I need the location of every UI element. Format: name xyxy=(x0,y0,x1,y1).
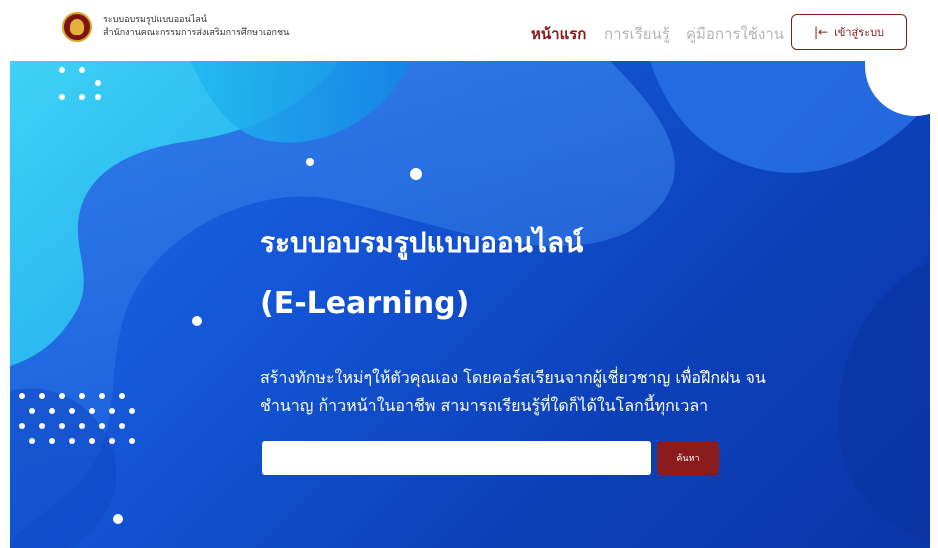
seal-emblem-inner xyxy=(69,18,85,36)
brand-block[interactable]: ระบบอบรมรูปแบบออนไลน์ สำนักงานคณะกรรมการ… xyxy=(103,14,289,40)
brand-subtitle: สำนักงานคณะกรรมการส่งเสริมการศึกษาเอกชน xyxy=(103,28,290,38)
nav-manual-link[interactable]: คู่มือการใช้งาน xyxy=(686,22,784,46)
hero-banner: ระบบอบรมรูปแบบออนไลน์ (E-Learning) สร้าง… xyxy=(10,61,930,548)
brand-title: ระบบอบรมรูปแบบออนไลน์ xyxy=(103,15,207,25)
login-arrow-icon: |← xyxy=(813,25,829,39)
nav-learning-link[interactable]: การเรียนรู้ xyxy=(604,22,670,46)
login-button-label: เข้าสู่ระบบ xyxy=(834,26,885,39)
search-button[interactable]: ค้นหา xyxy=(657,441,719,475)
login-button[interactable]: |← เข้าสู่ระบบ xyxy=(791,14,907,50)
search-input[interactable] xyxy=(262,441,651,475)
nav-home-link[interactable]: หน้าแรก xyxy=(531,22,586,46)
hero-title-elearning: (E-Learning) xyxy=(260,286,470,321)
seal-emblem-icon[interactable] xyxy=(62,12,92,42)
hero-description: สร้างทักษะใหม่ๆให้ตัวคุณเอง โดยคอร์สเรีย… xyxy=(260,368,766,415)
hero-title: ระบบอบรมรูปแบบออนไลน์ xyxy=(260,226,584,259)
top-navbar: ระบบอบรมรูปแบบออนไลน์ สำนักงานคณะกรรมการ… xyxy=(0,0,938,61)
